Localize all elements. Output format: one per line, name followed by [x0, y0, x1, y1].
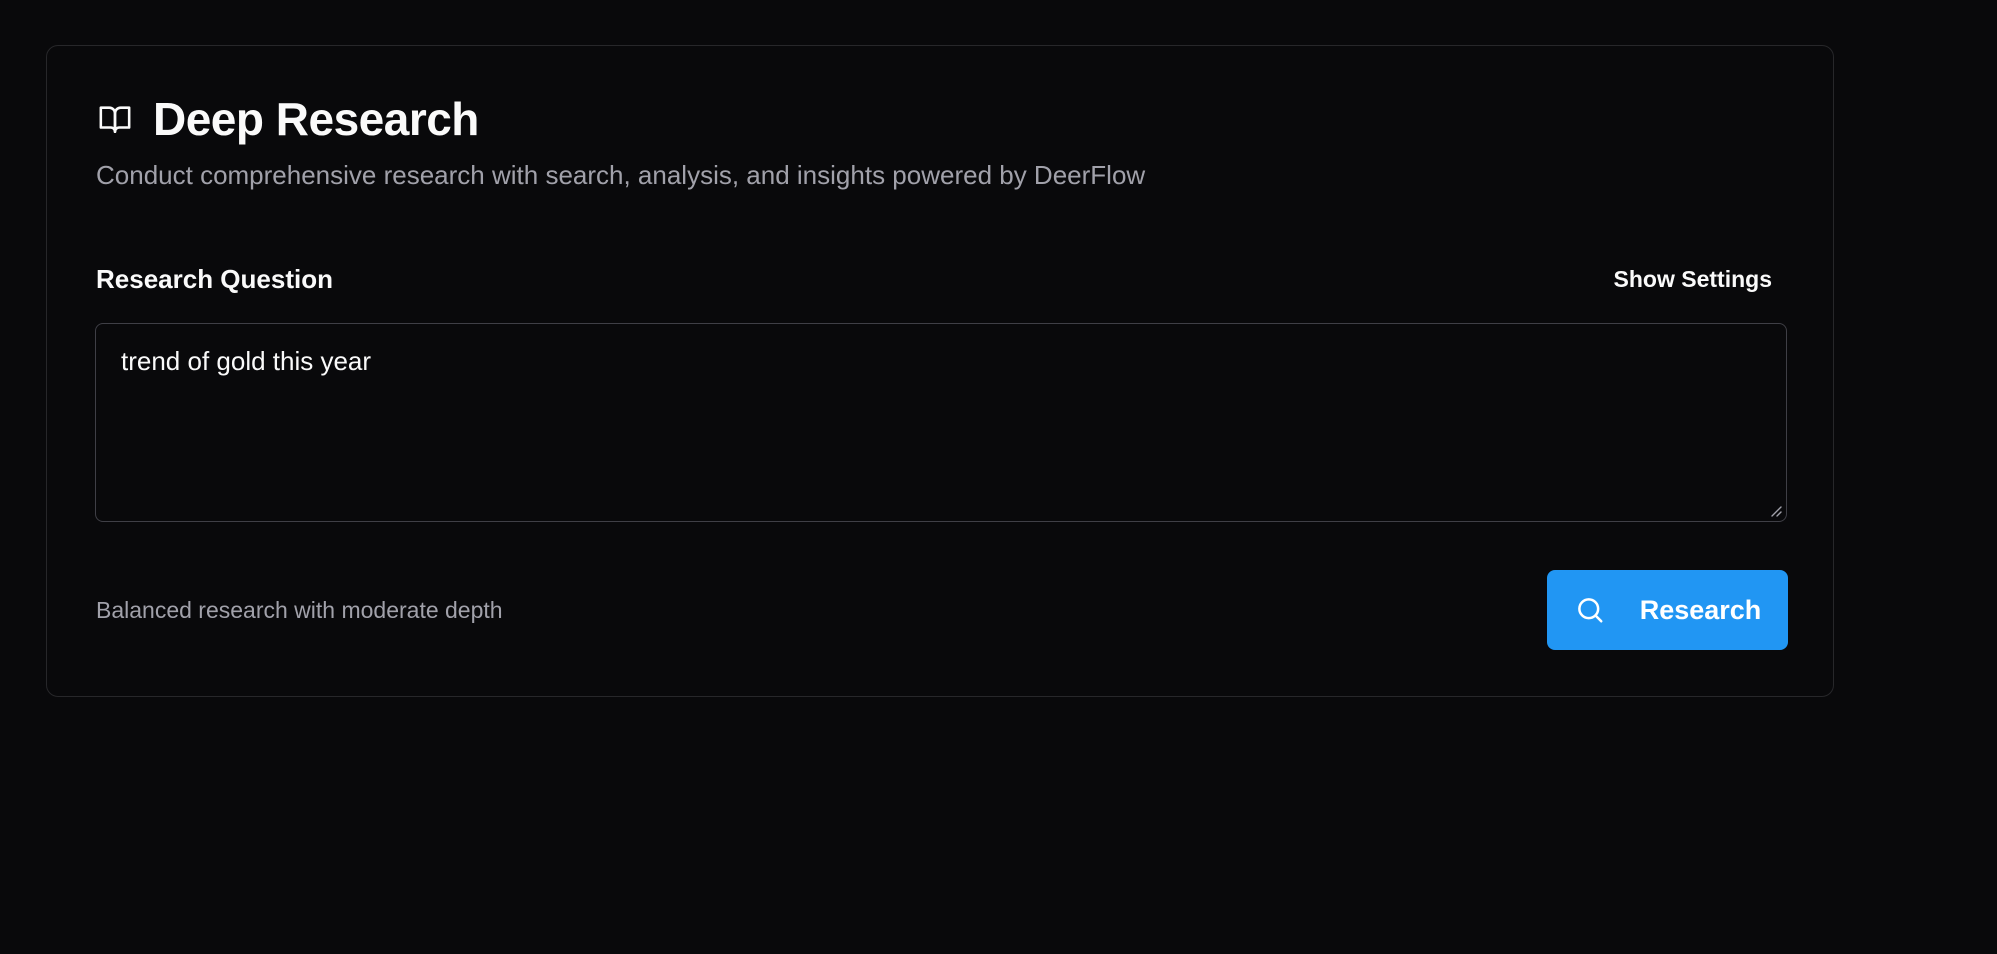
resize-handle-icon[interactable] [1769, 504, 1783, 518]
book-open-icon [95, 99, 135, 139]
search-icon [1574, 594, 1606, 626]
research-question-input[interactable]: trend of gold this year [95, 323, 1787, 522]
depth-description: Balanced research with moderate depth [96, 597, 503, 623]
research-button-label: Research [1639, 594, 1762, 625]
research-button[interactable]: Research [1547, 570, 1788, 650]
research-question-label: Research Question [96, 264, 333, 294]
show-settings-button[interactable]: Show Settings [1598, 258, 1788, 301]
page-subtitle: Conduct comprehensive research with sear… [96, 160, 1146, 190]
page-title: Deep Research [153, 93, 479, 145]
question-label-row: Research Question Show Settings [96, 258, 1786, 301]
research-question-value: trend of gold this year [121, 346, 372, 376]
card-header: Deep Research [95, 96, 479, 142]
research-card: Deep Research Conduct comprehensive rese… [46, 45, 1834, 697]
